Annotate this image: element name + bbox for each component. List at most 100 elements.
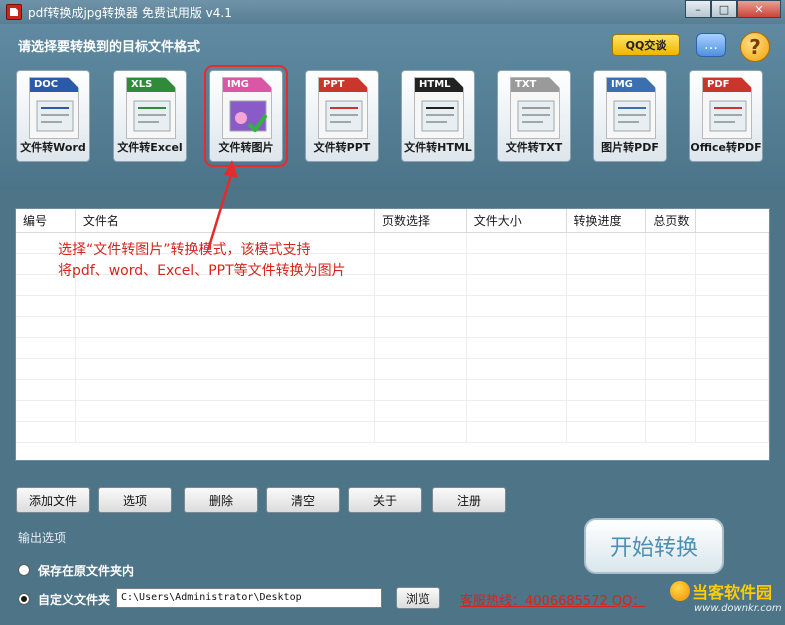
- html-globe-icon: HTML: [414, 77, 464, 139]
- support-hotline-link[interactable]: 客服热线：4006685572 QQ：: [460, 590, 645, 609]
- register-button[interactable]: 注册: [432, 487, 506, 513]
- mode-html-globe-button[interactable]: HTML 文件转HTML: [401, 70, 475, 162]
- table-cell: [567, 233, 647, 254]
- control-panel: 添加文件 选项 删除 清空 关于 注册 输出选项 保存在原文件夹内 自定义文件夹…: [0, 462, 785, 625]
- custom-folder-radio[interactable]: [18, 593, 30, 605]
- output-path-input[interactable]: C:\Users\Administrator\Desktop: [116, 588, 382, 608]
- mode-label: 图片转PDF: [601, 141, 659, 154]
- start-convert-button[interactable]: 开始转换: [584, 518, 724, 574]
- table-cell: [467, 296, 567, 317]
- help-icon[interactable]: ?: [740, 32, 770, 62]
- table-cell: [696, 254, 769, 275]
- custom-folder-label: 自定义文件夹: [38, 593, 111, 607]
- table-cell: [567, 380, 647, 401]
- maximize-button[interactable]: □: [711, 0, 737, 18]
- table-cell: [567, 422, 647, 443]
- mode-image-to-pdf-button[interactable]: IMG 图片转PDF: [593, 70, 667, 162]
- watermark-url: www.downkr.com: [694, 603, 782, 614]
- save-original-radio[interactable]: [18, 564, 30, 576]
- close-button[interactable]: ✕: [737, 0, 781, 18]
- table-cell: [375, 233, 467, 254]
- browse-button[interactable]: 浏览: [396, 587, 440, 609]
- column-header[interactable]: 页数选择: [375, 209, 467, 233]
- table-cell: [646, 359, 697, 380]
- mode-tag: DOC: [30, 78, 78, 92]
- column-header[interactable]: 编号: [16, 209, 76, 233]
- about-button[interactable]: 关于: [348, 487, 422, 513]
- mode-illustration: [325, 100, 363, 132]
- table-cell: [467, 275, 567, 296]
- mode-illustration: [517, 100, 555, 132]
- mode-illustration: [229, 100, 268, 134]
- clear-button[interactable]: 清空: [266, 487, 340, 513]
- mode-txt-pencil-button[interactable]: TXT 文件转TXT: [497, 70, 571, 162]
- table-cell: [696, 422, 769, 443]
- table-cell: [696, 359, 769, 380]
- column-header[interactable]: 文件名: [76, 209, 376, 233]
- table-cell: [646, 275, 697, 296]
- format-heading: 请选择要转换到的目标文件格式: [18, 40, 201, 55]
- mode-illustration: [613, 100, 651, 132]
- mode-tag: IMG: [607, 78, 655, 92]
- mode-tag: HTML: [415, 78, 463, 92]
- watermark-logo-icon: [670, 581, 690, 601]
- table-cell: [696, 275, 769, 296]
- txt-pencil-icon: TXT: [510, 77, 560, 139]
- table-row: [16, 296, 769, 317]
- add-file-button[interactable]: 添加文件: [16, 487, 90, 513]
- table-cell: [696, 233, 769, 254]
- table-cell: [696, 317, 769, 338]
- mode-ppt-slide-button[interactable]: PPT 文件转PPT: [305, 70, 379, 162]
- mode-illustration: [133, 100, 171, 132]
- table-cell: [567, 359, 647, 380]
- table-cell: [567, 401, 647, 422]
- mode-tag: TXT: [511, 78, 559, 92]
- table-cell: [16, 317, 76, 338]
- annotation-line-2: 将pdf、word、Excel、PPT等文件转换为图片: [58, 263, 346, 279]
- ppt-slide-icon: PPT: [318, 77, 368, 139]
- table-cell: [567, 254, 647, 275]
- mode-image-photo-button[interactable]: IMG 文件转图片: [204, 65, 288, 167]
- excel-chart-icon: XLS: [126, 77, 176, 139]
- mode-word-doc-button[interactable]: DOC 文件转Word: [16, 70, 90, 162]
- table-cell: [76, 296, 376, 317]
- table-cell: [375, 275, 467, 296]
- table-cell: [467, 254, 567, 275]
- table-cell: [467, 422, 567, 443]
- mode-illustration: [421, 100, 459, 132]
- table-row: [16, 422, 769, 443]
- table-cell: [375, 338, 467, 359]
- table-cell: [375, 422, 467, 443]
- table-cell: [76, 338, 376, 359]
- mode-office-to-pdf-button[interactable]: PDF Office转PDF: [689, 70, 763, 162]
- watermark-title: 当客软件园: [692, 583, 773, 602]
- options-button[interactable]: 选项: [98, 487, 172, 513]
- table-cell: [375, 401, 467, 422]
- column-header[interactable]: 转换进度: [567, 209, 647, 233]
- window-controls: – □ ✕: [685, 0, 781, 18]
- qq-chat-button[interactable]: QQ交谈: [612, 34, 680, 56]
- title-bar: pdf转换成jpg转换器 免费试用版 v4.1 – □ ✕: [0, 0, 785, 24]
- mode-label: 文件转Word: [20, 141, 86, 154]
- save-original-label: 保存在原文件夹内: [38, 564, 135, 578]
- delete-button[interactable]: 删除: [184, 487, 258, 513]
- mode-illustration: [36, 100, 74, 132]
- column-header[interactable]: 文件大小: [467, 209, 567, 233]
- table-row: [16, 380, 769, 401]
- table-cell: [375, 296, 467, 317]
- minimize-button[interactable]: –: [685, 0, 711, 18]
- image-photo-icon: IMG: [222, 77, 272, 139]
- office-to-pdf-icon: PDF: [702, 77, 752, 139]
- chat-bubble-icon[interactable]: …: [696, 33, 726, 57]
- mode-excel-chart-button[interactable]: XLS 文件转Excel: [113, 70, 187, 162]
- table-cell: [646, 317, 697, 338]
- mode-label: 文件转HTML: [404, 141, 472, 154]
- column-header[interactable]: 总页数: [646, 209, 697, 233]
- table-cell: [696, 338, 769, 359]
- table-header: 编号 文件名 页数选择 文件大小 转换进度 总页数: [16, 209, 769, 233]
- table-cell: [375, 317, 467, 338]
- site-watermark: 当客软件园 www.downkr.com: [664, 577, 785, 625]
- table-cell: [646, 380, 697, 401]
- table-cell: [76, 380, 376, 401]
- output-options-title: 输出选项: [18, 531, 67, 545]
